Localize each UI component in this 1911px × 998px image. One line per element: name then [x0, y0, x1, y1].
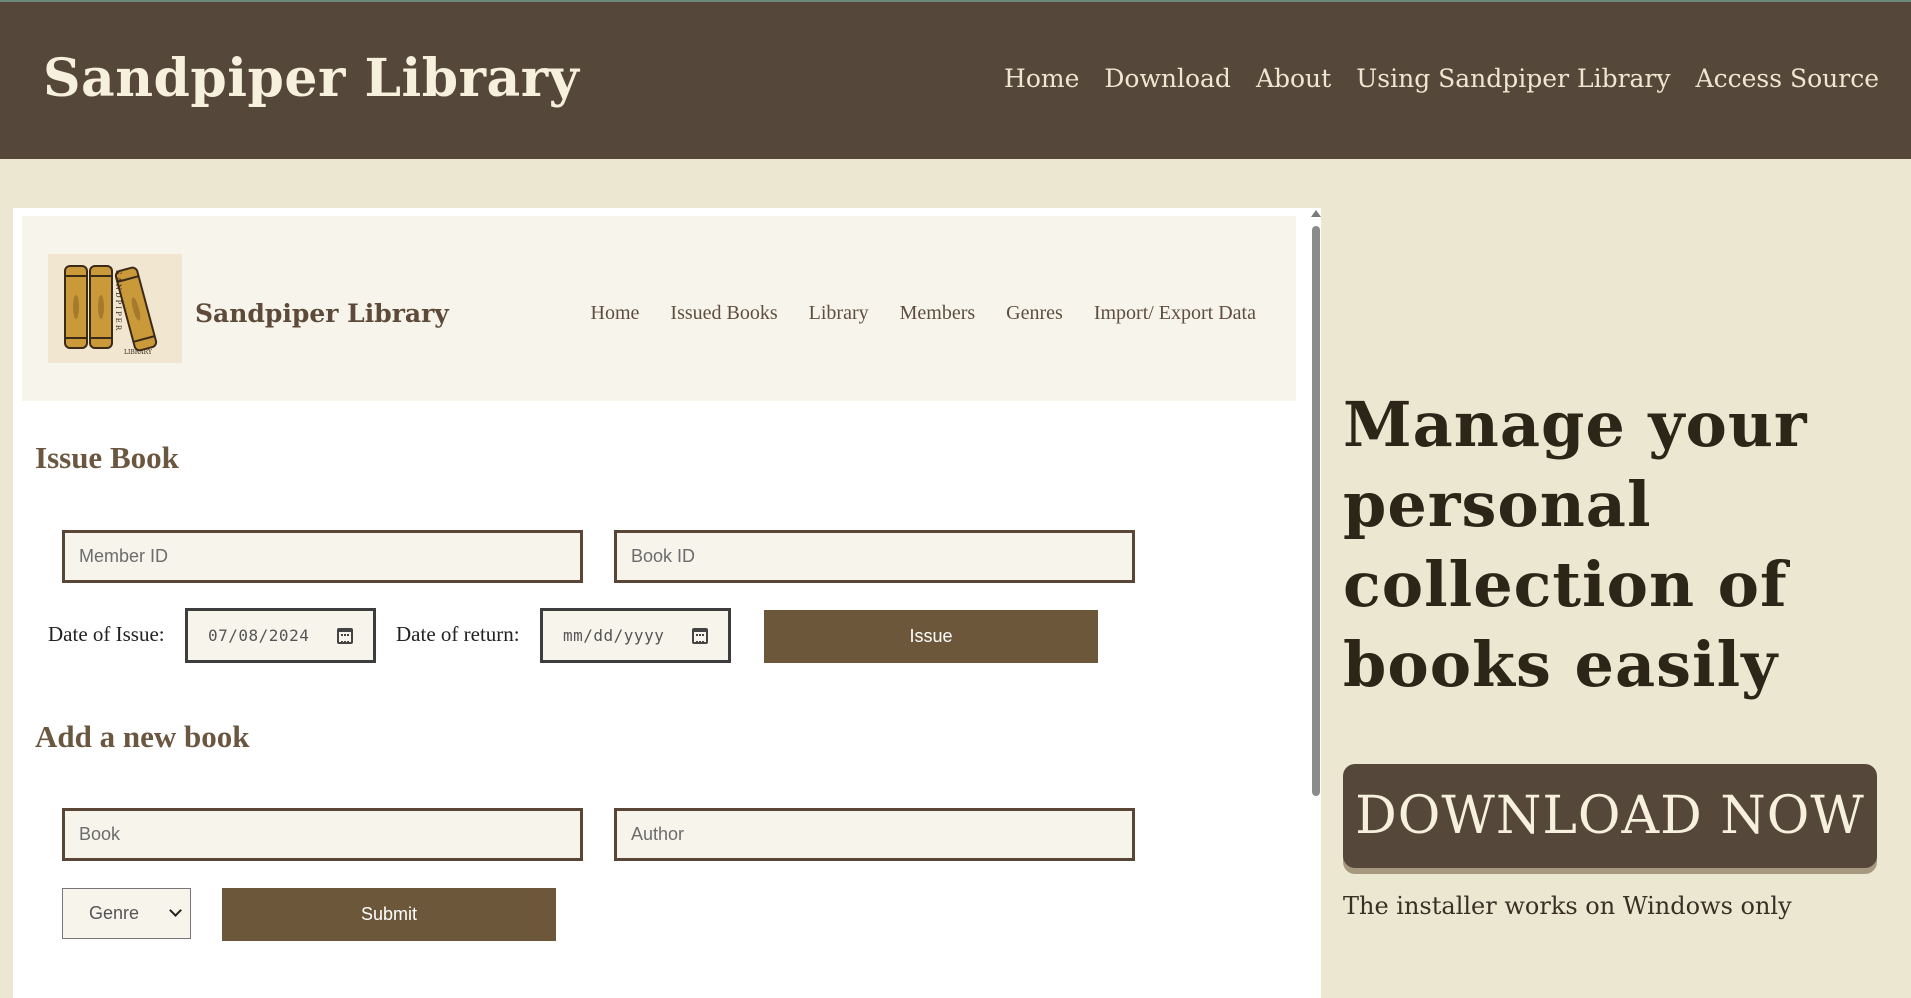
site-nav-using[interactable]: Using Sandpiper Library — [1356, 64, 1670, 93]
svg-text:LIBRARY: LIBRARY — [124, 349, 153, 356]
scrollbar-thumb[interactable] — [1312, 226, 1320, 796]
app-preview-frame: SANDPIPER LIBRARY Sandpiper Library Home… — [13, 208, 1321, 998]
app-nav-members[interactable]: Members — [900, 302, 976, 325]
site-title[interactable]: Sandpiper Library — [43, 48, 579, 109]
site-header: Sandpiper Library Home Download About Us… — [0, 0, 1911, 159]
book-input[interactable] — [62, 808, 583, 861]
site-nav: Home Download About Using Sandpiper Libr… — [1004, 64, 1879, 93]
issue-button[interactable]: Issue — [764, 610, 1098, 663]
site-nav-home[interactable]: Home — [1004, 64, 1079, 93]
app-nav: Home Issued Books Library Members Genres… — [591, 302, 1256, 325]
site-nav-access-source[interactable]: Access Source — [1696, 64, 1879, 93]
svg-text:SANDPIPER: SANDPIPER — [114, 270, 122, 332]
date-of-issue-label: Date of Issue: — [48, 622, 165, 646]
frame-scrollbar[interactable] — [1309, 208, 1321, 998]
member-id-input[interactable] — [62, 530, 583, 583]
genre-select-value: Genre — [89, 903, 140, 923]
download-now-button[interactable]: DOWNLOAD NOW — [1343, 764, 1877, 868]
app-title[interactable]: Sandpiper Library — [195, 299, 449, 328]
books-logo-icon: SANDPIPER LIBRARY — [64, 265, 158, 356]
app-nav-import-export[interactable]: Import/ Export Data — [1094, 302, 1256, 325]
hero-headline: Manage your personal collection of books… — [1343, 388, 1808, 701]
submit-button[interactable]: Submit — [222, 888, 556, 941]
date-of-return-label: Date of return: — [396, 622, 520, 646]
site-nav-about[interactable]: About — [1256, 64, 1331, 93]
calendar-icon[interactable] — [692, 628, 708, 644]
author-input[interactable] — [614, 808, 1135, 861]
installer-note: The installer works on Windows only — [1343, 892, 1792, 920]
genre-select[interactable]: Genre — [62, 888, 191, 939]
date-of-issue-value: 07/08/2024 — [208, 626, 310, 645]
date-of-return-value: mm/dd/yyyy — [563, 626, 665, 645]
app-nav-genres[interactable]: Genres — [1006, 302, 1063, 325]
add-book-heading: Add a new book — [35, 719, 250, 754]
site-nav-download[interactable]: Download — [1104, 64, 1231, 93]
date-of-issue-input[interactable]: 07/08/2024 — [185, 608, 376, 663]
app-nav-library[interactable]: Library — [809, 302, 869, 325]
scroll-up-arrow-icon[interactable] — [1311, 210, 1321, 217]
issue-book-heading: Issue Book — [35, 440, 179, 475]
chevron-down-icon — [169, 904, 182, 917]
calendar-icon[interactable] — [337, 628, 353, 644]
book-id-input[interactable] — [614, 530, 1135, 583]
date-of-return-input[interactable]: mm/dd/yyyy — [540, 608, 731, 663]
app-nav-home[interactable]: Home — [591, 302, 640, 325]
app-header: SANDPIPER LIBRARY Sandpiper Library Home… — [22, 216, 1296, 401]
library-logo: SANDPIPER LIBRARY — [48, 254, 182, 363]
app-nav-issued-books[interactable]: Issued Books — [670, 302, 777, 325]
